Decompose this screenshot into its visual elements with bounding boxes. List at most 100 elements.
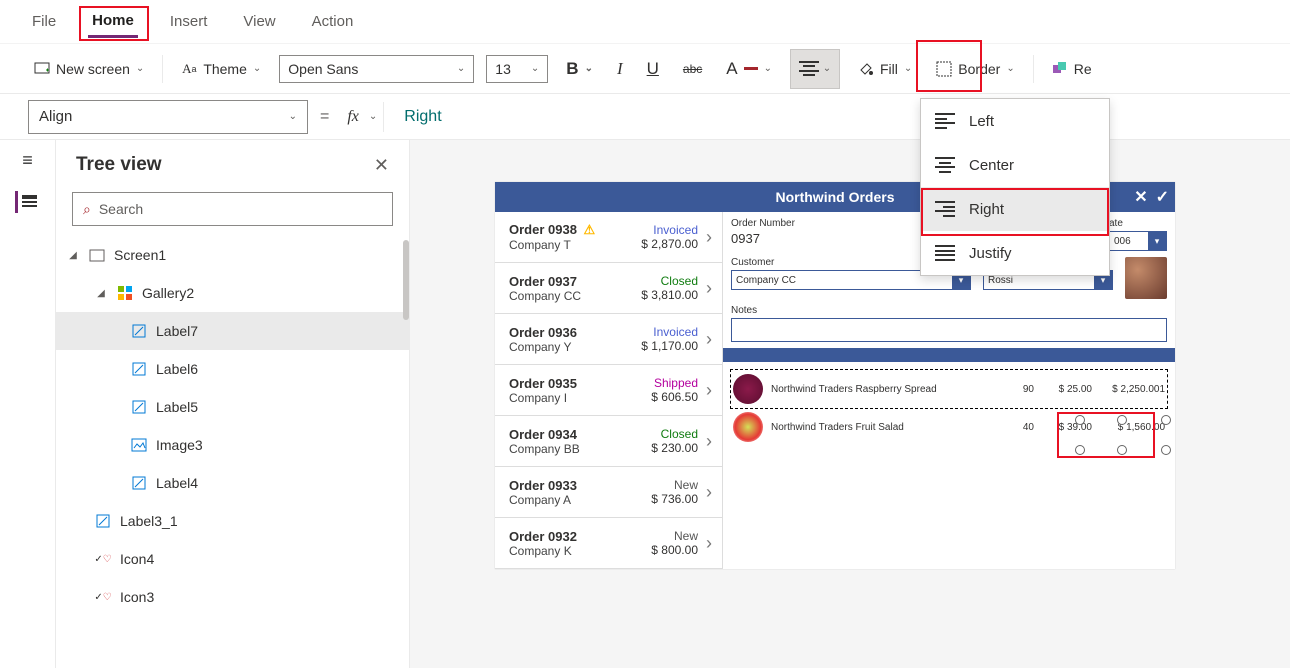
chevron-down-icon: ⌄ <box>904 63 912 74</box>
tree-node-gallery[interactable]: ◢ Gallery2 <box>56 274 409 312</box>
order-amount: $ 230.00 <box>651 441 698 455</box>
order-num-label: Order Number <box>731 218 908 229</box>
close-icon[interactable]: ✕ <box>1134 187 1147 207</box>
order-company: Company BB <box>509 442 651 456</box>
order-id: Order 0937 <box>509 274 641 289</box>
date-field[interactable]: 006 <box>1109 231 1167 251</box>
fill-button[interactable]: Fill ⌄ <box>852 57 918 81</box>
fill-icon <box>858 61 874 77</box>
order-status: Invoiced <box>641 223 698 237</box>
size-value: 13 <box>495 61 511 77</box>
reorder-label: Re <box>1074 61 1092 77</box>
order-row[interactable]: Order 0938 ⚠Company TInvoiced$ 2,870.00› <box>495 212 722 263</box>
align-left-option[interactable]: Left <box>921 99 1109 143</box>
menu-view[interactable]: View <box>239 7 279 36</box>
menu-insert[interactable]: Insert <box>166 7 212 36</box>
line-qty: 40 <box>994 422 1034 433</box>
image-icon <box>130 436 148 454</box>
node-label: Label7 <box>156 323 198 339</box>
underline-button[interactable]: U <box>641 55 665 83</box>
order-row[interactable]: Order 0933Company ANew$ 736.00› <box>495 467 722 518</box>
order-company: Company I <box>509 391 651 405</box>
tree-node-label4[interactable]: Label4 <box>56 464 409 502</box>
align-center-option[interactable]: Center <box>921 143 1109 187</box>
property-select[interactable]: Align ⌄ <box>28 100 308 134</box>
order-status: Closed <box>641 274 698 288</box>
line-price: $ 25.00 <box>1042 384 1092 395</box>
scrollbar[interactable] <box>403 240 409 320</box>
border-button[interactable]: Border ⌄ <box>930 57 1020 81</box>
fx-button[interactable]: fx⌄ <box>341 104 383 130</box>
order-row[interactable]: Order 0935Company IShipped$ 606.50› <box>495 365 722 416</box>
font-color-button[interactable]: A⌄ <box>720 55 778 83</box>
opt-label: Justify <box>969 245 1012 262</box>
order-amount: $ 2,870.00 <box>641 237 698 251</box>
order-row[interactable]: Order 0937Company CCClosed$ 3,810.00› <box>495 263 722 314</box>
menu-action[interactable]: Action <box>308 7 358 36</box>
align-button[interactable]: ⌄ <box>790 49 840 89</box>
tree-node-label3[interactable]: Label3_1 <box>56 502 409 540</box>
order-status: Invoiced <box>641 325 698 339</box>
order-company: Company Y <box>509 340 641 354</box>
equals-label: = <box>308 108 341 126</box>
chevron-right-icon: › <box>706 278 712 299</box>
warning-icon: ⚠ <box>580 222 595 237</box>
theme-button[interactable]: Aa Theme ⌄ <box>175 57 267 81</box>
canvas[interactable]: Northwind Orders ✕ ✓ Order 0938 ⚠Company… <box>410 140 1290 668</box>
order-row[interactable]: Order 0932Company KNew$ 800.00› <box>495 518 722 569</box>
theme-icon: Aa <box>181 61 197 77</box>
formula-input[interactable]: Right <box>384 108 441 126</box>
order-status: Shipped <box>651 376 698 390</box>
check-icon[interactable]: ✓ <box>1156 187 1169 207</box>
opt-label: Center <box>969 157 1014 174</box>
chevron-down-icon: ⌄ <box>289 111 297 122</box>
align-center-icon <box>935 157 955 173</box>
tree-node-label7[interactable]: Label7 <box>56 312 409 350</box>
reorder-button[interactable]: Re <box>1046 57 1098 81</box>
font-select[interactable]: Open Sans ⌄ <box>279 55 474 83</box>
chevron-right-icon: › <box>706 482 712 503</box>
theme-label: Theme <box>203 61 247 77</box>
property-value: Align <box>39 108 72 125</box>
search-input[interactable]: ⌕ Search <box>72 192 393 226</box>
menu-file[interactable]: File <box>28 7 60 36</box>
opt-label: Right <box>969 201 1004 218</box>
app-title: Northwind Orders <box>775 189 894 205</box>
line-item[interactable]: Northwind Traders Raspberry Spread90$ 25… <box>731 370 1167 408</box>
tree-node-icon4[interactable]: ✓♡ Icon4 <box>56 540 409 578</box>
align-right-option[interactable]: Right <box>921 187 1109 231</box>
menu-home[interactable]: Home <box>88 6 138 38</box>
node-label: Icon3 <box>120 589 154 605</box>
node-label: Label3_1 <box>120 513 178 529</box>
align-justify-option[interactable]: Justify <box>921 231 1109 275</box>
new-screen-button[interactable]: New screen ⌄ <box>28 57 150 81</box>
italic-button[interactable]: I <box>611 55 629 83</box>
screen-icon <box>88 246 106 264</box>
order-row[interactable]: Order 0936Company YInvoiced$ 1,170.00› <box>495 314 722 365</box>
hamburger-icon[interactable]: ≡ <box>22 150 33 171</box>
font-size-select[interactable]: 13 ⌄ <box>486 55 548 83</box>
chevron-down-icon: ⌄ <box>253 63 261 74</box>
chevron-down-icon: ⌄ <box>136 63 144 74</box>
strike-button[interactable]: abc <box>677 58 708 80</box>
order-company: Company T <box>509 238 641 252</box>
notes-input[interactable] <box>731 318 1167 342</box>
chevron-down-icon: ⌄ <box>457 63 465 74</box>
close-icon[interactable]: ✕ <box>374 155 389 176</box>
tree-node-image3[interactable]: Image3 <box>56 426 409 464</box>
selection-handles[interactable] <box>1075 415 1171 455</box>
tree-node-label6[interactable]: Label6 <box>56 350 409 388</box>
tree-view-rail[interactable] <box>15 191 37 213</box>
label-icon <box>130 360 148 378</box>
opt-label: Left <box>969 113 994 130</box>
tree-node-icon3[interactable]: ✓♡ Icon3 <box>56 578 409 616</box>
chevron-right-icon: › <box>706 533 712 554</box>
tree-node-screen[interactable]: ◢ Screen1 <box>56 236 409 274</box>
top-menu: File Home Insert View Action <box>0 0 1290 44</box>
bold-button[interactable]: B ⌄ <box>560 55 599 83</box>
node-label: Label6 <box>156 361 198 377</box>
search-icon: ⌕ <box>83 201 91 218</box>
tree-node-label5[interactable]: Label5 <box>56 388 409 426</box>
chevron-down-icon: ⌄ <box>1006 63 1014 74</box>
order-row[interactable]: Order 0934Company BBClosed$ 230.00› <box>495 416 722 467</box>
